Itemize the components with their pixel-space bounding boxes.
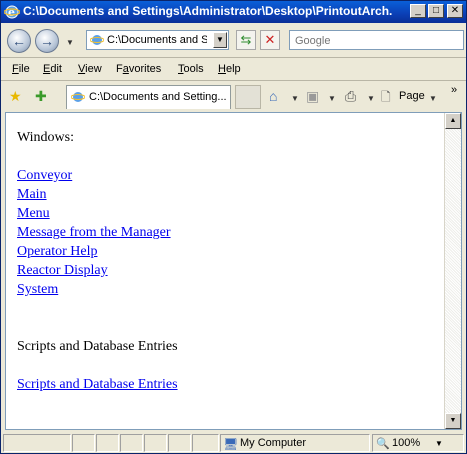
command-bar: ★ ✚ C:\Documents and Setting... ⌂ ▼ ▣ ▼ … <box>1 81 466 111</box>
svg-text:e: e <box>8 6 15 19</box>
page-menu-icon[interactable]: 🗋 <box>381 88 391 109</box>
link-conveyor[interactable]: Conveyor <box>17 168 72 183</box>
status-bar: 🖥 My Computer 🔍 100% ▼ <box>1 432 466 453</box>
menu-bar: File Edit View Favorites Tools Help <box>1 58 466 81</box>
status-cell <box>96 434 119 452</box>
close-button[interactable]: ✕ <box>447 4 463 18</box>
windows-heading: Windows: <box>17 130 74 145</box>
address-input[interactable]: C:\Documents and Set <box>107 34 207 46</box>
menu-edit[interactable]: Edit <box>43 63 62 75</box>
link-reactor-display[interactable]: Reactor Display <box>17 263 108 278</box>
document-viewport: Windows: Conveyor Main Menu Message from… <box>5 112 462 430</box>
zone-label: My Computer <box>240 437 307 449</box>
link-scripts-database[interactable]: Scripts and Database Entries <box>17 377 178 392</box>
address-bar[interactable]: C:\Documents and Set ▼ <box>86 30 229 50</box>
feeds-dropdown-icon[interactable]: ▼ <box>328 94 336 103</box>
search-input[interactable] <box>293 33 457 49</box>
back-arrow-icon: ← <box>12 33 26 49</box>
menu-favorites[interactable]: Favorites <box>116 63 161 75</box>
scroll-up-icon[interactable]: ▲ <box>445 113 461 129</box>
forward-arrow-icon: → <box>40 33 54 49</box>
stop-icon[interactable]: ✕ <box>260 30 280 50</box>
page-icon <box>71 92 85 102</box>
status-text-cell <box>3 434 71 452</box>
page-icon <box>90 35 104 45</box>
favorites-star-icon[interactable]: ★ <box>9 88 22 105</box>
link-menu[interactable]: Menu <box>17 206 50 221</box>
scroll-down-icon[interactable]: ▼ <box>445 413 461 429</box>
menu-file[interactable]: File <box>12 63 30 75</box>
tab-title: C:\Documents and Setting... <box>89 91 227 103</box>
link-operator-help[interactable]: Operator Help <box>17 244 97 259</box>
status-cell <box>192 434 219 452</box>
minimize-button[interactable]: _ <box>410 4 426 18</box>
page-menu-button[interactable]: Page <box>399 90 425 102</box>
menu-tools[interactable]: Tools <box>178 63 204 75</box>
status-cell <box>168 434 191 452</box>
link-message-from-manager[interactable]: Message from the Manager <box>17 225 171 240</box>
new-tab-button[interactable] <box>235 85 261 109</box>
home-icon[interactable]: ⌂ <box>269 88 277 104</box>
feeds-icon[interactable]: ▣ <box>306 88 319 105</box>
refresh-icon[interactable]: ⇆ <box>236 30 256 50</box>
back-button[interactable]: ← <box>7 29 31 53</box>
search-box[interactable] <box>289 30 464 50</box>
browser-window: e C:\Documents and Settings\Administrato… <box>0 0 467 454</box>
maximize-button[interactable]: □ <box>428 4 444 18</box>
my-computer-icon: 🖥 <box>223 437 239 451</box>
zoom-level: 100% <box>392 437 421 449</box>
zoom-icon: 🔍 <box>376 438 390 450</box>
address-dropdown-icon[interactable]: ▼ <box>213 32 227 48</box>
add-favorite-icon[interactable]: ✚ <box>35 88 47 105</box>
home-dropdown-icon[interactable]: ▼ <box>291 94 299 103</box>
link-system[interactable]: System <box>17 282 58 297</box>
history-dropdown-icon[interactable]: ▼ <box>66 38 74 47</box>
vertical-scrollbar[interactable]: ▲ ▼ <box>444 113 461 429</box>
security-zone[interactable]: 🖥 My Computer <box>220 434 370 452</box>
print-icon[interactable]: ⎙ <box>345 88 356 105</box>
toolbar-overflow[interactable]: » <box>451 84 457 96</box>
print-dropdown-icon[interactable]: ▼ <box>367 94 375 103</box>
scripts-heading: Scripts and Database Entries <box>17 339 178 354</box>
status-cell <box>72 434 95 452</box>
status-cell <box>120 434 143 452</box>
tab-current[interactable]: C:\Documents and Setting... <box>66 85 231 109</box>
menu-help[interactable]: Help <box>218 63 241 75</box>
zoom-dropdown-icon[interactable]: ▼ <box>435 439 443 448</box>
menu-view[interactable]: View <box>78 63 102 75</box>
page-dropdown-icon[interactable]: ▼ <box>429 94 437 103</box>
title-bar[interactable]: e C:\Documents and Settings\Administrato… <box>1 1 466 23</box>
address-toolbar: ← → ▼ C:\Documents and Set ▼ ⇆ ✕ <box>1 23 466 58</box>
status-cell <box>144 434 167 452</box>
ie-logo-icon: e <box>4 5 20 19</box>
zoom-control[interactable]: 🔍 100% ▼ <box>372 434 464 452</box>
link-main[interactable]: Main <box>17 187 47 202</box>
window-title: C:\Documents and Settings\Administrator\… <box>23 4 393 18</box>
forward-button[interactable]: → <box>35 29 59 53</box>
